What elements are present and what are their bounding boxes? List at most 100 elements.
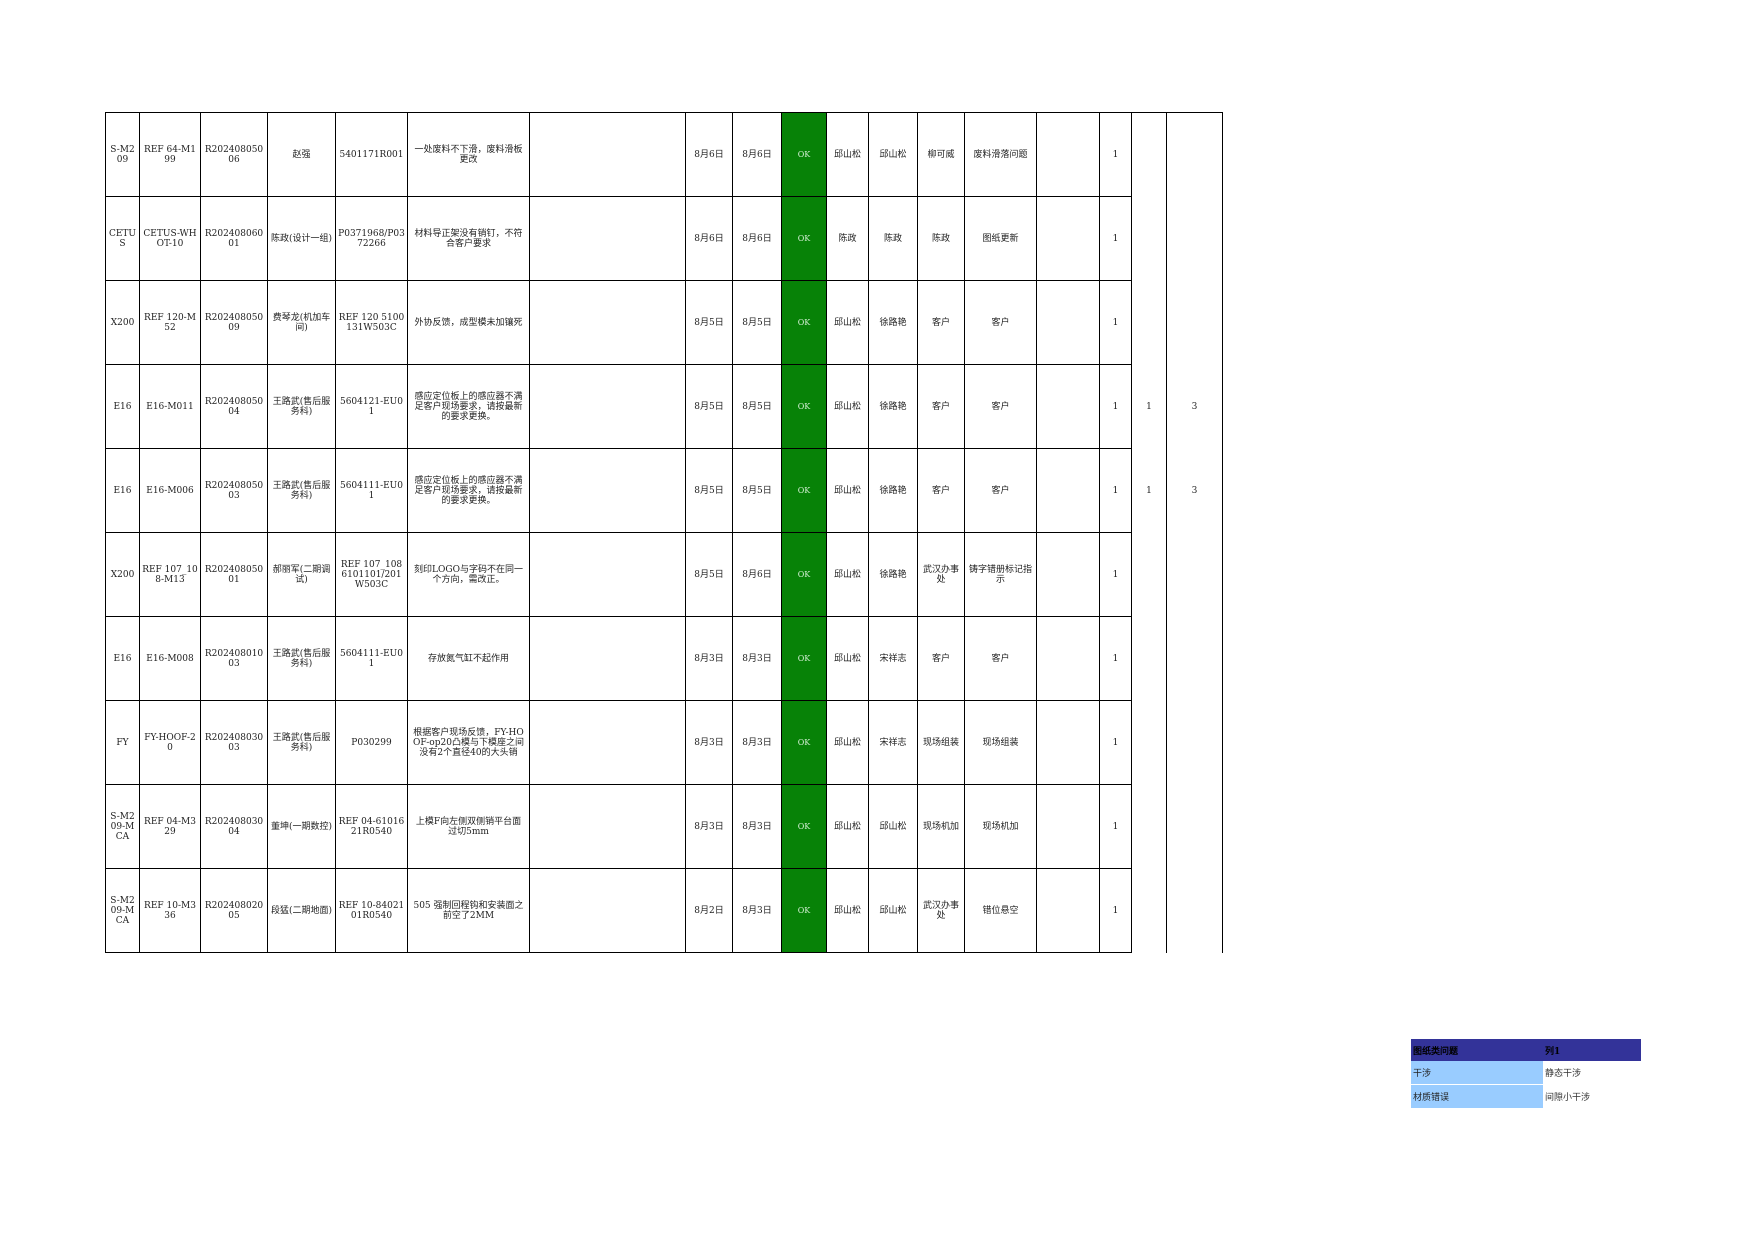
count-cell: 1 [1099, 112, 1132, 197]
table-row: E16 E16-M011 R20240805004 王路武(售后服务科) 5604121… [105, 364, 1223, 449]
ref-cell: REF 120-M52 [139, 280, 201, 365]
description-cell: 505 强制回程钩和安装面之前空了2MM [407, 868, 530, 953]
count-cell [1166, 868, 1223, 953]
count-cell: 1 [1131, 448, 1167, 533]
handler-cell: 邱山松 [868, 112, 918, 197]
model-cell: S-M209-MCA [105, 868, 140, 953]
date-reported-cell: 8月5日 [685, 280, 733, 365]
ref-cell: E16-M006 [139, 448, 201, 533]
count-cell: 1 [1099, 784, 1132, 869]
issue-table: S-M209 REF 64-M199 R20240805006 赵强 5401171R0… [105, 112, 1223, 953]
owner-cell: 陈政 [826, 196, 869, 281]
responsible-cell: 柳可威 [917, 112, 965, 197]
table-row: X200 REF 120-M52 R20240805009 费琴龙(机加车间) REF … [105, 280, 1223, 365]
handler-cell: 宋祥志 [868, 700, 918, 785]
responsible-cell: 武汉办事处 [917, 868, 965, 953]
count-cell: 1 [1099, 280, 1132, 365]
owner-cell: 邱山松 [826, 364, 869, 449]
ref-cell: CETUS-WHOT-10 [139, 196, 201, 281]
date-closed-cell: 8月6日 [732, 196, 782, 281]
report-code-cell: R20240803004 [200, 784, 268, 869]
report-code-cell: R20240805001 [200, 532, 268, 617]
status-cell: OK [781, 700, 827, 785]
report-code-cell: R20240802005 [200, 868, 268, 953]
description-cell: 上模F向左侧双侧销平台面过切5mm [407, 784, 530, 869]
ref-cell: E16-M011 [139, 364, 201, 449]
owner-cell: 邱山松 [826, 532, 869, 617]
owner-cell: 邱山松 [826, 448, 869, 533]
responsible-cell: 陈政 [917, 196, 965, 281]
category-cell: 铸字错册标记指示 [964, 532, 1037, 617]
count-cell: 1 [1099, 364, 1132, 449]
description-cell: 一处废料不下滑，废料滑板更改 [407, 112, 530, 197]
category-cell: 图纸更新 [964, 196, 1037, 281]
category-cell: 现场机加 [964, 784, 1037, 869]
date-reported-cell: 8月3日 [685, 616, 733, 701]
blank-cell [529, 868, 686, 953]
reporter-cell: 陈政(设计一组) [267, 196, 336, 281]
date-closed-cell: 8月3日 [732, 868, 782, 953]
category-cell: 客户 [964, 616, 1037, 701]
responsible-cell: 武汉办事处 [917, 532, 965, 617]
category-cell: 废料滑落问题 [964, 112, 1037, 197]
responsible-cell: 客户 [917, 448, 965, 533]
part-number-cell: P030299 [335, 700, 408, 785]
count-cell [1166, 784, 1223, 869]
status-cell: OK [781, 280, 827, 365]
date-closed-cell: 8月6日 [732, 532, 782, 617]
count-cell [1166, 616, 1223, 701]
legend-key: 材质错误 [1411, 1084, 1543, 1109]
count-cell: 1 [1099, 196, 1132, 281]
count-cell: 1 [1099, 700, 1132, 785]
count-cell [1166, 196, 1223, 281]
table-row: E16 E16-M006 R20240805003 王路武(售后服务科) 5604111… [105, 448, 1223, 533]
blank-cell [1036, 112, 1100, 197]
handler-cell: 徐路艳 [868, 280, 918, 365]
blank-cell [1036, 784, 1100, 869]
blank-cell [529, 784, 686, 869]
model-cell: E16 [105, 448, 140, 533]
description-cell: 感应定位板上的感应器不满足客户现场要求，请按最新的要求更换。 [407, 448, 530, 533]
part-number-cell: 5604121-EU01 [335, 364, 408, 449]
blank-cell [529, 364, 686, 449]
responsible-cell: 现场机加 [917, 784, 965, 869]
blank-cell [529, 112, 686, 197]
blank-cell [1036, 700, 1100, 785]
blank-cell [1036, 364, 1100, 449]
reporter-cell: 郝丽军(二期调试) [267, 532, 336, 617]
blank-cell [529, 616, 686, 701]
owner-cell: 邱山松 [826, 784, 869, 869]
category-cell: 客户 [964, 280, 1037, 365]
blank-cell [529, 196, 686, 281]
date-reported-cell: 8月6日 [685, 112, 733, 197]
blank-cell [1036, 616, 1100, 701]
responsible-cell: 客户 [917, 364, 965, 449]
description-cell: 外协反馈，成型模未加镶死 [407, 280, 530, 365]
blank-cell [529, 532, 686, 617]
responsible-cell: 客户 [917, 616, 965, 701]
date-closed-cell: 8月3日 [732, 784, 782, 869]
count-cell [1166, 280, 1223, 365]
legend-header-value: 列1 [1543, 1039, 1641, 1061]
date-closed-cell: 8月5日 [732, 364, 782, 449]
blank-cell [529, 448, 686, 533]
model-cell: X200 [105, 280, 140, 365]
description-cell: 感应定位板上的感应器不满足客户现场要求，请按最新的要求更换。 [407, 364, 530, 449]
legend-table: 图纸类问题 列1 干涉 静态干涉 材质错误 间隙小干涉 [1411, 1039, 1641, 1109]
table-row: CETUS CETUS-WHOT-10 R20240806001 陈政(设计一组) P0… [105, 196, 1223, 281]
legend-header-key: 图纸类问题 [1411, 1039, 1543, 1061]
count-cell: 3 [1166, 364, 1223, 449]
count-cell [1166, 700, 1223, 785]
part-number-cell: 5604111-EU01 [335, 448, 408, 533]
date-closed-cell: 8月3日 [732, 616, 782, 701]
reporter-cell: 段猛(二期地面) [267, 868, 336, 953]
ref-cell: REF 107_108-M13 [139, 532, 201, 617]
report-code-cell: R20240803003 [200, 700, 268, 785]
blank-cell [1036, 868, 1100, 953]
count-cell [1131, 280, 1167, 365]
part-number-cell: REF 04-6101621R0540 [335, 784, 408, 869]
date-closed-cell: 8月6日 [732, 112, 782, 197]
count-cell: 1 [1131, 364, 1167, 449]
date-closed-cell: 8月5日 [732, 280, 782, 365]
blank-cell [529, 700, 686, 785]
